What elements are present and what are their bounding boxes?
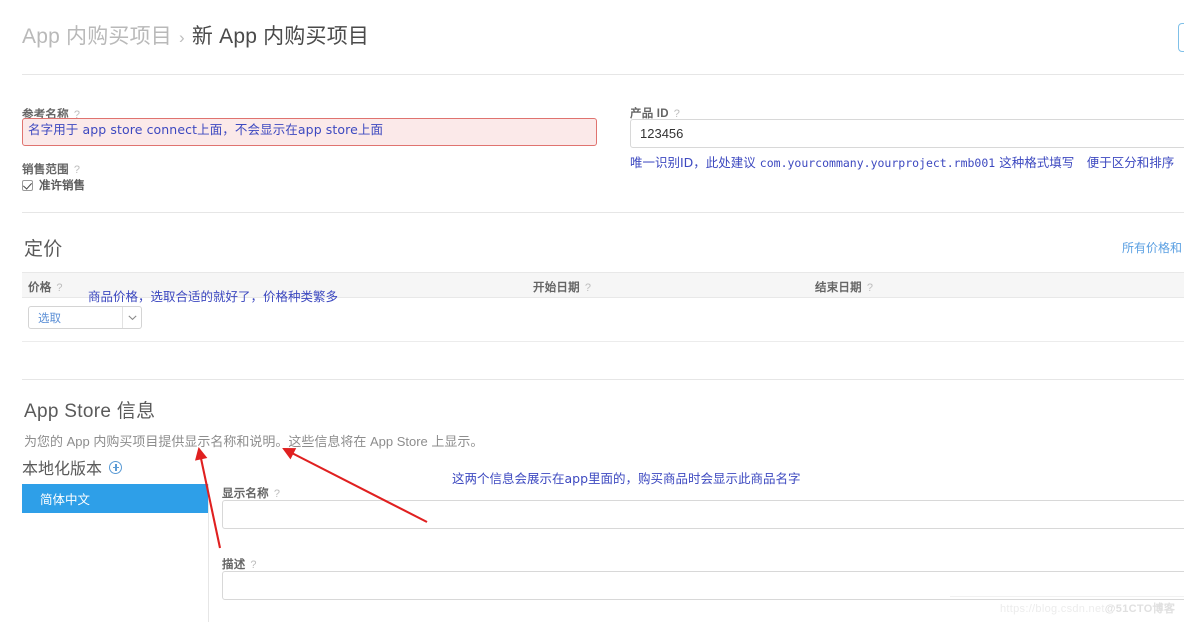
pricing-column-price-text: 价格 xyxy=(28,282,52,294)
cleared-for-sale-label: 准许销售 xyxy=(39,180,85,192)
price-select-dropdown[interactable]: 选取 xyxy=(28,306,142,329)
product-id-annotation: 唯一识别ID，此处建议 com.yourcommany.yourproject.… xyxy=(630,152,1174,171)
localization-panel-divider xyxy=(208,484,209,622)
watermark-site: https://blog.csdn.net xyxy=(1000,603,1105,615)
pricing-column-start-date: 开始日期? xyxy=(533,279,591,295)
app-store-info-title: App Store 信息 xyxy=(24,401,156,422)
description-help-icon[interactable]: ? xyxy=(250,559,256,571)
app-store-connect-page: App 内购买项目 › 新 App 内购买项目 参考名称? 名字用于 app sto… xyxy=(0,0,1184,622)
reference-name-annotation: 名字用于 app store connect上面，不会显示在app store上… xyxy=(28,122,384,137)
product-id-input[interactable]: 123456 xyxy=(630,119,1184,148)
watermark-divider xyxy=(950,596,1184,597)
section-divider-2 xyxy=(22,379,1184,380)
breadcrumb-parent-link[interactable]: App 内购买项目 xyxy=(22,25,172,48)
pricing-column-end-date: 结束日期? xyxy=(815,279,873,295)
pricing-price-help-icon[interactable]: ? xyxy=(56,282,62,294)
pricing-row-divider xyxy=(22,341,1184,342)
section-divider-1 xyxy=(22,212,1184,213)
display-name-help-icon[interactable]: ? xyxy=(274,488,280,500)
localization-title-text: 本地化版本 xyxy=(22,461,103,478)
pricing-start-date-help-icon[interactable]: ? xyxy=(585,282,591,294)
localization-title: 本地化版本 xyxy=(22,455,123,479)
pricing-column-price: 价格? xyxy=(28,279,63,295)
pricing-column-end-date-text: 结束日期 xyxy=(815,282,862,294)
localization-tab-zh-hans[interactable]: 简体中文 xyxy=(22,484,208,513)
breadcrumb-current: 新 App 内购买项目 xyxy=(191,25,370,48)
price-select-value: 选取 xyxy=(38,312,61,325)
display-name-label: 显示名称? xyxy=(222,485,280,501)
all-prices-link[interactable]: 所有价格和 xyxy=(1122,239,1182,256)
header-divider xyxy=(22,74,1184,75)
pricing-column-start-date-text: 开始日期 xyxy=(533,282,580,294)
display-name-label-text: 显示名称 xyxy=(222,488,269,500)
cleared-for-sale-checkbox[interactable] xyxy=(22,179,33,191)
localization-tab-label: 简体中文 xyxy=(40,493,91,507)
description-label-text: 描述 xyxy=(222,559,246,571)
pricing-section-title: 定价 xyxy=(24,239,63,260)
product-id-annotation-prefix: 唯一识别ID，此处建议 xyxy=(630,155,756,170)
save-button[interactable] xyxy=(1178,23,1184,52)
pricing-end-date-help-icon[interactable]: ? xyxy=(867,282,873,294)
add-localization-icon[interactable] xyxy=(109,460,123,474)
breadcrumb: App 内购买项目 › 新 App 内购买项目 xyxy=(22,20,369,50)
description-label: 描述? xyxy=(222,556,257,572)
product-id-annotation-example: com.yourcommany.yourproject.rmb001 xyxy=(759,156,996,170)
sales-scope-label: 销售范围? xyxy=(22,161,80,177)
app-store-info-annotation: 这两个信息会展示在app里面的，购买商品时会显示此商品名字 xyxy=(452,471,801,486)
app-store-info-description: 为您的 App 内购买项目提供显示名称和说明。这些信息将在 App Store … xyxy=(24,434,484,449)
sales-scope-label-text: 销售范围 xyxy=(22,164,69,176)
watermark-brand: @51CTO博客 xyxy=(1104,603,1176,615)
breadcrumb-separator-icon: › xyxy=(179,28,185,47)
product-id-annotation-suffix: 这种格式填写 便于区分和排序 xyxy=(999,155,1175,170)
chevron-down-icon xyxy=(123,315,141,321)
pricing-annotation: 商品价格，选取合适的就好了，价格种类繁多 xyxy=(88,289,339,304)
sales-scope-help-icon[interactable]: ? xyxy=(74,164,80,176)
display-name-input[interactable] xyxy=(222,500,1184,529)
watermark: https://blog.csdn.net@51CTO博客 xyxy=(1000,600,1175,616)
cleared-for-sale-row[interactable]: 准许销售 xyxy=(22,177,85,193)
